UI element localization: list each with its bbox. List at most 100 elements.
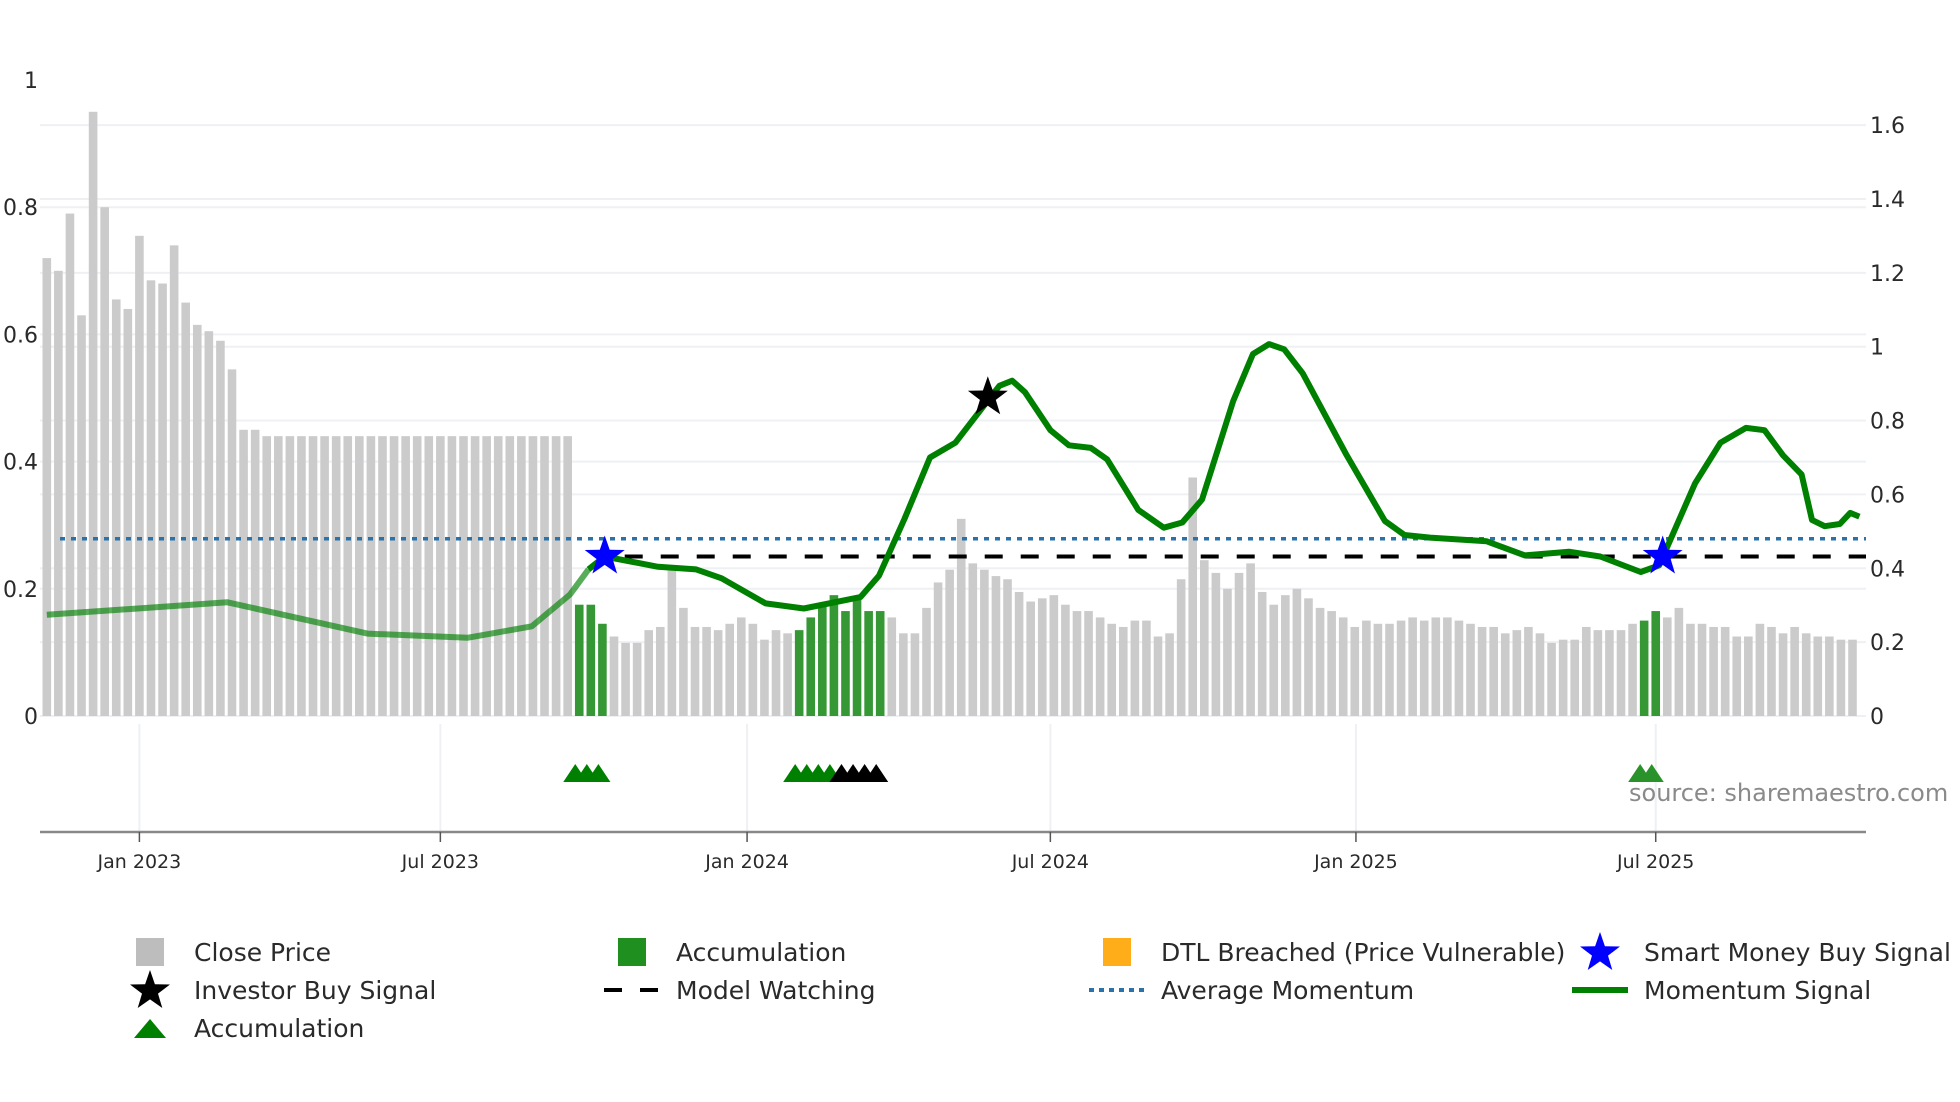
- accumulation-bar: [806, 617, 816, 716]
- accumulation-bar: [1651, 611, 1661, 716]
- right-tick-label: 0.2: [1870, 631, 1905, 656]
- close-price-bar: [1581, 626, 1591, 716]
- close-price-bar: [436, 436, 445, 716]
- close-price-bar: [1014, 591, 1024, 716]
- right-tick-label: 1.6: [1870, 114, 1905, 139]
- close-price-bar: [389, 436, 399, 716]
- close-price-bar: [609, 636, 619, 716]
- close-price-bar: [459, 436, 468, 716]
- close-price-bar: [1466, 623, 1475, 716]
- close-price-bar: [100, 207, 109, 716]
- close-price-bar: [1489, 626, 1498, 716]
- close-price-bar: [1095, 617, 1105, 716]
- close-price-bar: [1836, 639, 1846, 716]
- close-price-bar: [1176, 579, 1186, 716]
- accumulation-bar: [574, 604, 584, 716]
- close-price-bar: [1628, 623, 1637, 716]
- close-price-bar: [760, 639, 769, 716]
- close-price-bar: [748, 623, 758, 716]
- close-price-bar: [378, 436, 387, 716]
- close-price-bar: [1315, 607, 1325, 716]
- close-price-bar: [1732, 636, 1742, 716]
- close-price-bar: [111, 299, 121, 716]
- close-price-bar: [1026, 601, 1035, 716]
- x-tick-label: Jan 2023: [97, 851, 182, 873]
- accumulation-bar: [841, 611, 850, 716]
- close-price-bar: [1419, 620, 1429, 716]
- close-price-bar: [1118, 626, 1128, 716]
- close-price-bar: [1049, 595, 1059, 716]
- signal-markers: [563, 376, 1683, 782]
- close-price-bar: [1385, 623, 1394, 716]
- close-price-bar: [1767, 626, 1776, 716]
- close-price-bar: [1269, 604, 1279, 716]
- close-price-bar: [910, 633, 920, 716]
- close-price-bar: [1663, 617, 1672, 716]
- close-price-bar: [1801, 633, 1811, 716]
- x-tick-label: Jul 2023: [401, 851, 479, 873]
- close-price-bar: [1223, 588, 1232, 716]
- close-price-bar: [262, 436, 272, 716]
- right-tick-label: 1.4: [1870, 188, 1905, 213]
- close-price-bar: [54, 270, 63, 716]
- close-price-bar: [1200, 560, 1209, 716]
- left-tick-label: 0.6: [3, 323, 38, 348]
- close-price-bar: [644, 630, 653, 716]
- close-price-bar: [540, 436, 549, 716]
- close-price-bar: [783, 633, 792, 716]
- close-price-bar: [204, 331, 214, 716]
- accumulation-bar: [586, 604, 596, 716]
- close-price-bar: [355, 436, 364, 716]
- close-price-bar: [181, 302, 190, 716]
- close-price-bar: [1107, 623, 1116, 716]
- close-price-bar: [146, 280, 156, 716]
- close-price-bar: [88, 111, 98, 717]
- close-price-bar: [551, 436, 561, 716]
- close-price-bar: [621, 642, 630, 716]
- close-price-bar: [1512, 630, 1522, 716]
- close-price-bar: [1211, 572, 1221, 716]
- left-tick-label: 0.8: [3, 196, 38, 221]
- accumulation-bar: [864, 611, 873, 716]
- close-price-bar: [1084, 611, 1093, 716]
- close-price-bar: [1454, 620, 1464, 716]
- close-price-bar: [227, 369, 237, 716]
- close-price-bar: [169, 245, 179, 717]
- close-price-bar: [1755, 623, 1765, 716]
- close-price-bar: [1061, 604, 1070, 716]
- close-price-bar: [493, 436, 503, 716]
- x-tick-label: Jan 2024: [704, 851, 789, 873]
- close-price-bar: [1142, 620, 1151, 716]
- close-price-bar: [1744, 636, 1753, 716]
- accumulation-bar: [1639, 620, 1649, 716]
- close-price-bar: [401, 436, 410, 716]
- close-price-bar: [135, 235, 144, 716]
- close-price-bar: [1165, 633, 1174, 716]
- close-price-bar: [331, 436, 341, 716]
- accumulation-bar: [794, 630, 804, 716]
- close-price-bar: [945, 569, 954, 716]
- close-price-bar: [933, 582, 943, 716]
- close-price-bar: [1848, 639, 1857, 716]
- close-price-bar: [343, 436, 353, 716]
- close-price-bar: [1072, 611, 1082, 716]
- left-tick-label: 0: [24, 705, 38, 730]
- close-price-bar: [297, 436, 306, 716]
- close-price-bar: [1153, 636, 1163, 716]
- right-tick-label: 0.6: [1870, 483, 1905, 508]
- x-tick-label: Jul 2024: [1011, 851, 1089, 873]
- close-price-bar: [1500, 633, 1510, 716]
- close-price-bar: [899, 633, 908, 716]
- close-price-bar: [77, 315, 86, 716]
- close-price-bar: [1709, 626, 1718, 716]
- close-price-bar: [702, 626, 711, 716]
- close-price-bar: [1697, 623, 1707, 716]
- close-price-bar: [1373, 623, 1383, 716]
- left-tick-label: 1: [24, 69, 38, 94]
- close-price-bar: [505, 436, 515, 716]
- close-price-bar: [725, 623, 735, 716]
- accumulation-bar: [818, 604, 827, 716]
- close-price-bar: [1292, 588, 1302, 716]
- x-tick-label: Jan 2025: [1313, 851, 1398, 873]
- close-price-bar: [424, 436, 434, 716]
